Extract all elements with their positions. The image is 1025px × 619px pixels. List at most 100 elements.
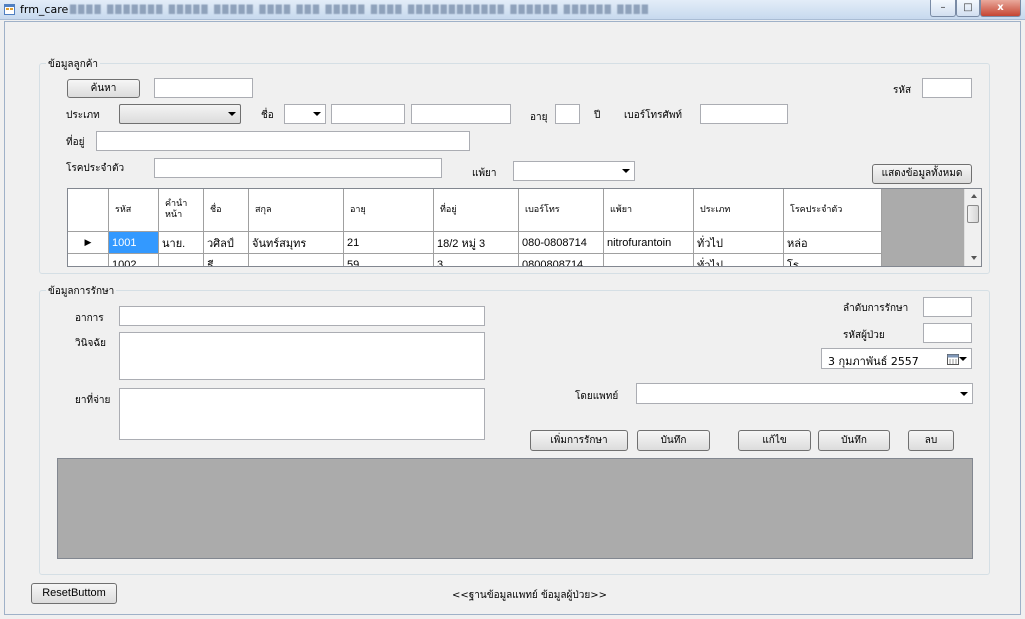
address-input[interactable] (96, 131, 470, 151)
add-treatment-button[interactable]: เพิ่มการรักษา (530, 430, 628, 451)
maximize-button[interactable]: □ (956, 0, 980, 17)
doctor-label: โดยแพทย์ (575, 391, 619, 402)
age-input[interactable] (555, 104, 580, 124)
allergy-label: แพ้ยา (472, 168, 497, 179)
name-label: ชื่อ (261, 110, 274, 121)
form-icon (4, 4, 15, 15)
chevron-down-icon (960, 391, 968, 396)
scroll-up-icon[interactable] (971, 194, 977, 198)
column-header[interactable]: เบอร์โทร (518, 189, 604, 232)
last-name-input[interactable] (411, 104, 511, 124)
calendar-icon[interactable] (947, 353, 959, 365)
patient-code-input[interactable] (923, 323, 972, 343)
table-cell[interactable]: ทั่วไป (693, 231, 784, 254)
column-header[interactable]: ชื่อ (203, 189, 249, 232)
year-label: ปี (594, 110, 601, 121)
table-cell[interactable]: 59 (343, 253, 434, 266)
title-prefix-select[interactable] (284, 104, 326, 124)
customer-grid[interactable]: รหัส คำนำหน้า ชื่อ สกุล อายุ ที่อยู่ เบอ… (67, 188, 982, 267)
column-header[interactable]: สกุล (248, 189, 344, 232)
table-cell[interactable]: โร (783, 253, 882, 266)
navigation-links[interactable]: <<ฐานข้อมูลแพทย์ ข้อมูลผู้ป่วย>> (452, 588, 607, 603)
edit-button[interactable]: แก้ไข (738, 430, 811, 451)
save-button-2[interactable]: บันทึก (818, 430, 890, 451)
symptom-input[interactable] (119, 306, 485, 326)
save-button[interactable]: บันทึก (637, 430, 710, 451)
table-cell[interactable]: ธี (203, 253, 249, 266)
diagnosis-textarea[interactable] (119, 332, 485, 380)
treatment-grid[interactable] (57, 458, 973, 559)
column-header[interactable]: รหัส (108, 189, 159, 232)
table-cell[interactable]: ทั่วไป (693, 253, 784, 266)
search-input[interactable] (154, 78, 253, 98)
scroll-down-icon[interactable] (971, 256, 977, 260)
row-pointer-icon: ▶ (68, 231, 109, 254)
allergy-select[interactable] (513, 161, 635, 181)
column-header[interactable]: แพ้ยา (603, 189, 694, 232)
chevron-down-icon[interactable] (959, 356, 967, 361)
scroll-thumb[interactable] (967, 205, 979, 223)
table-cell[interactable]: 18/2 หมู่ 3 (433, 231, 519, 254)
phone-input[interactable] (700, 104, 788, 124)
table-cell[interactable]: nitrofurantoin (603, 231, 694, 254)
table-cell[interactable]: ... (603, 253, 694, 266)
minimize-button[interactable]: – (930, 0, 956, 17)
table-cell[interactable]: 0800808714 (518, 253, 604, 266)
chevron-down-icon (313, 112, 321, 116)
search-button[interactable]: ค้นหา (67, 79, 140, 98)
column-header[interactable]: ประเภท (693, 189, 784, 232)
grid-header-row: รหัส คำนำหน้า ชื่อ สกุล อายุ ที่อยู่ เบอ… (68, 189, 882, 232)
row-header-corner (68, 189, 109, 232)
code-label: รหัส (893, 85, 912, 96)
customer-group-label: ข้อมูลลูกค้า (46, 57, 101, 72)
table-cell[interactable]: 3 ... (433, 253, 519, 266)
code-input[interactable] (922, 78, 972, 98)
table-cell[interactable]: หล่อ (783, 231, 882, 254)
diagnosis-label: วินิจฉัย (75, 338, 106, 349)
customer-table: รหัส คำนำหน้า ชื่อ สกุล อายุ ที่อยู่ เบอ… (68, 189, 882, 266)
address-label: ที่อยู่ (66, 137, 85, 148)
column-header[interactable]: โรคประจำตัว (783, 189, 882, 232)
disease-input[interactable] (154, 158, 442, 178)
treatment-date-picker[interactable]: 3 กุมภาพันธ์ 2557 (821, 348, 972, 369)
type-select[interactable] (119, 104, 241, 124)
row-header (68, 253, 109, 266)
treatment-group-label: ข้อมูลการรักษา (46, 284, 117, 299)
table-row[interactable]: 1002 ธี 59 3 ... 0800808714 ... ทั่วไป โ… (68, 253, 882, 266)
reset-button[interactable]: ResetButtom (31, 583, 117, 604)
chevron-down-icon (228, 112, 236, 116)
table-cell[interactable]: 21 (343, 231, 434, 254)
order-label: ลำดับการรักษา (843, 303, 909, 314)
ghost-menu-bar: ████ ███████ █████ █████ ████ ███ █████ … (70, 5, 650, 14)
grid-vertical-scrollbar[interactable] (964, 189, 981, 266)
title-bar: frm_care ████ ███████ █████ █████ ████ █… (0, 0, 1025, 20)
date-value: 3 กุมภาพันธ์ 2557 (828, 355, 919, 368)
window-title: frm_care (20, 3, 69, 16)
column-header[interactable]: คำนำหน้า (158, 189, 204, 232)
phone-label: เบอร์โทรศัพท์ (624, 110, 683, 121)
table-cell[interactable]: 1001 (108, 231, 159, 254)
table-cell[interactable]: วศิลป์ (203, 231, 249, 254)
show-all-button[interactable]: แสดงข้อมูลทั้งหมด (872, 164, 972, 184)
column-header[interactable]: ที่อยู่ (433, 189, 519, 232)
doctor-select[interactable] (636, 383, 973, 404)
table-cell[interactable]: จันทร์สมุทร (248, 231, 344, 254)
disease-label: โรคประจำตัว (66, 163, 125, 174)
delete-button[interactable]: ลบ (908, 430, 954, 451)
table-cell[interactable] (248, 253, 344, 266)
table-cell[interactable] (158, 253, 204, 266)
type-label: ประเภท (66, 110, 100, 121)
table-cell[interactable]: 1002 (108, 253, 159, 266)
order-input[interactable] (923, 297, 972, 317)
table-cell[interactable]: 080-0808714 (518, 231, 604, 254)
medicine-label: ยาที่จ่าย (75, 395, 111, 406)
age-label: อายุ (530, 112, 548, 123)
chevron-down-icon (622, 169, 630, 173)
close-button[interactable]: x (980, 0, 1021, 17)
table-cell[interactable]: นาย. (158, 231, 204, 254)
column-header[interactable]: อายุ (343, 189, 434, 232)
medicine-textarea[interactable] (119, 388, 485, 440)
first-name-input[interactable] (331, 104, 405, 124)
table-row[interactable]: ▶ 1001 นาย. วศิลป์ จันทร์สมุทร 21 18/2 ห… (68, 231, 882, 254)
patient-code-label: รหัสผู้ป่วย (843, 330, 885, 341)
